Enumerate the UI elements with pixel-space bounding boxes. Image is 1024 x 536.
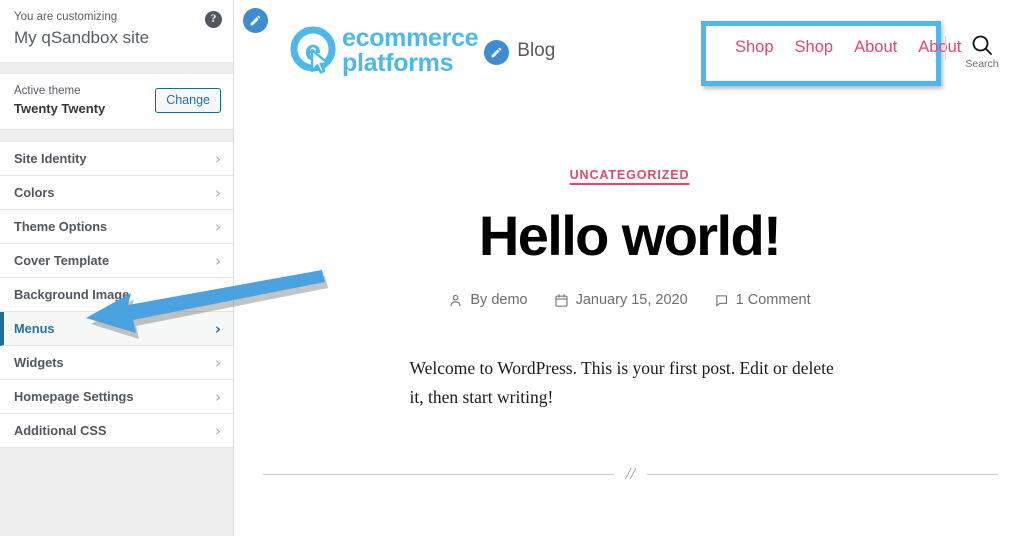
search-magnifier-icon xyxy=(972,35,992,55)
post-author-label: By demo xyxy=(470,292,528,308)
post-comments-label: 1 Comment xyxy=(735,292,811,308)
sidebar-item-cover-template[interactable]: Cover Template › xyxy=(0,244,233,278)
chevron-right-icon: › xyxy=(215,150,221,168)
post-category-link[interactable]: UNCATEGORIZED xyxy=(570,168,690,182)
sidebar-item-label: Site Identity xyxy=(14,151,87,166)
sidebar-item-additional-css[interactable]: Additional CSS › xyxy=(0,414,233,448)
customizer-sidebar: You are customizing My qSandbox site ? A… xyxy=(0,0,234,536)
pencil-edit-icon[interactable] xyxy=(484,39,510,65)
post-comments[interactable]: 1 Comment xyxy=(714,292,811,308)
post-author: By demo xyxy=(448,292,528,308)
post-date-label: January 15, 2020 xyxy=(575,292,688,308)
sidebar-divider-mid xyxy=(0,130,233,142)
sidebar-item-label: Background Image xyxy=(14,287,130,302)
customizer-screen: You are customizing My qSandbox site ? A… xyxy=(0,0,1024,536)
nav-item-about-2[interactable]: About xyxy=(918,38,961,57)
primary-menu: Shop Shop About About xyxy=(735,38,961,57)
chevron-right-icon: › xyxy=(214,320,221,338)
sidebar-item-homepage-settings[interactable]: Homepage Settings › xyxy=(0,380,233,414)
person-icon xyxy=(450,294,461,306)
site-brand[interactable]: e ecommerce platforms Blog xyxy=(290,26,555,76)
sidebar-item-site-identity[interactable]: Site Identity › xyxy=(0,142,233,176)
customizing-label: You are customizing xyxy=(14,11,118,23)
nav-item-shop-1[interactable]: Shop xyxy=(735,38,774,57)
sidebar-item-menus[interactable]: Menus › xyxy=(0,312,233,346)
chevron-right-icon: › xyxy=(215,422,221,440)
sidebar-item-colors[interactable]: Colors › xyxy=(0,176,233,210)
change-theme-button[interactable]: Change xyxy=(155,88,221,113)
separator-line-right xyxy=(647,473,999,475)
chevron-right-icon: › xyxy=(215,252,221,270)
nav-item-shop-2[interactable]: Shop xyxy=(795,38,834,57)
sidebar-item-widgets[interactable]: Widgets › xyxy=(0,346,233,380)
sidebar-item-label: Additional CSS xyxy=(14,423,107,438)
search-label: Search xyxy=(965,58,999,70)
post-article: UNCATEGORIZED Hello world! By demo Janua… xyxy=(235,110,1024,412)
calendar-icon xyxy=(555,293,568,307)
separator-slashes: // xyxy=(625,464,636,483)
nav-item-about-1[interactable]: About xyxy=(854,38,897,57)
post-title: Hello world! xyxy=(478,204,782,267)
help-circle-icon[interactable]: ? xyxy=(205,11,222,28)
customizer-sidebar-header: You are customizing My qSandbox site ? xyxy=(0,0,233,62)
chevron-right-icon: › xyxy=(215,388,221,406)
sidebar-item-label: Theme Options xyxy=(14,219,108,234)
brand-wordmark: ecommerce platforms xyxy=(342,24,479,77)
comment-bubble-icon xyxy=(715,294,727,306)
sidebar-item-label: Cover Template xyxy=(14,253,110,268)
site-preview: e ecommerce platforms Blog Shop xyxy=(235,0,1024,536)
chevron-right-icon: › xyxy=(215,218,221,236)
sidebar-item-background-image[interactable]: Background Image › xyxy=(0,278,233,312)
post-body: Welcome to WordPress. This is your first… xyxy=(409,358,834,407)
sidebar-item-label: Colors xyxy=(14,185,55,200)
sidebar-item-theme-options[interactable]: Theme Options › xyxy=(0,210,233,244)
chevron-right-icon: › xyxy=(215,354,221,372)
blog-label: Blog xyxy=(517,40,556,61)
site-header: e ecommerce platforms Blog Shop xyxy=(235,0,1024,110)
sidebar-item-label: Widgets xyxy=(14,355,64,370)
customizer-panel-list: Site Identity › Colors › Theme Options ›… xyxy=(0,142,233,448)
header-divider xyxy=(945,36,946,60)
ecommerce-platforms-e-cursor-logo: e xyxy=(290,26,340,76)
chevron-right-icon: › xyxy=(215,286,221,304)
active-theme-row: Active theme Twenty Twenty Change xyxy=(0,74,233,130)
post-meta: By demo January 15, 2020 1 Comment xyxy=(295,292,964,308)
sidebar-divider-top xyxy=(0,62,233,74)
brand-wordmark-line2: platforms xyxy=(342,49,454,77)
chevron-right-icon: › xyxy=(215,184,221,202)
site-name: My qSandbox site xyxy=(14,28,150,47)
post-date: January 15, 2020 xyxy=(554,292,688,308)
sidebar-item-label: Homepage Settings xyxy=(14,389,134,404)
brand-wordmark-line1: ecommerce xyxy=(342,24,479,52)
separator-line-left xyxy=(263,473,614,475)
sidebar-item-label: Menus xyxy=(14,321,55,336)
search-button[interactable]: Search xyxy=(959,33,1005,70)
post-separator: // xyxy=(263,464,999,484)
pencil-edit-icon[interactable] xyxy=(243,8,268,33)
